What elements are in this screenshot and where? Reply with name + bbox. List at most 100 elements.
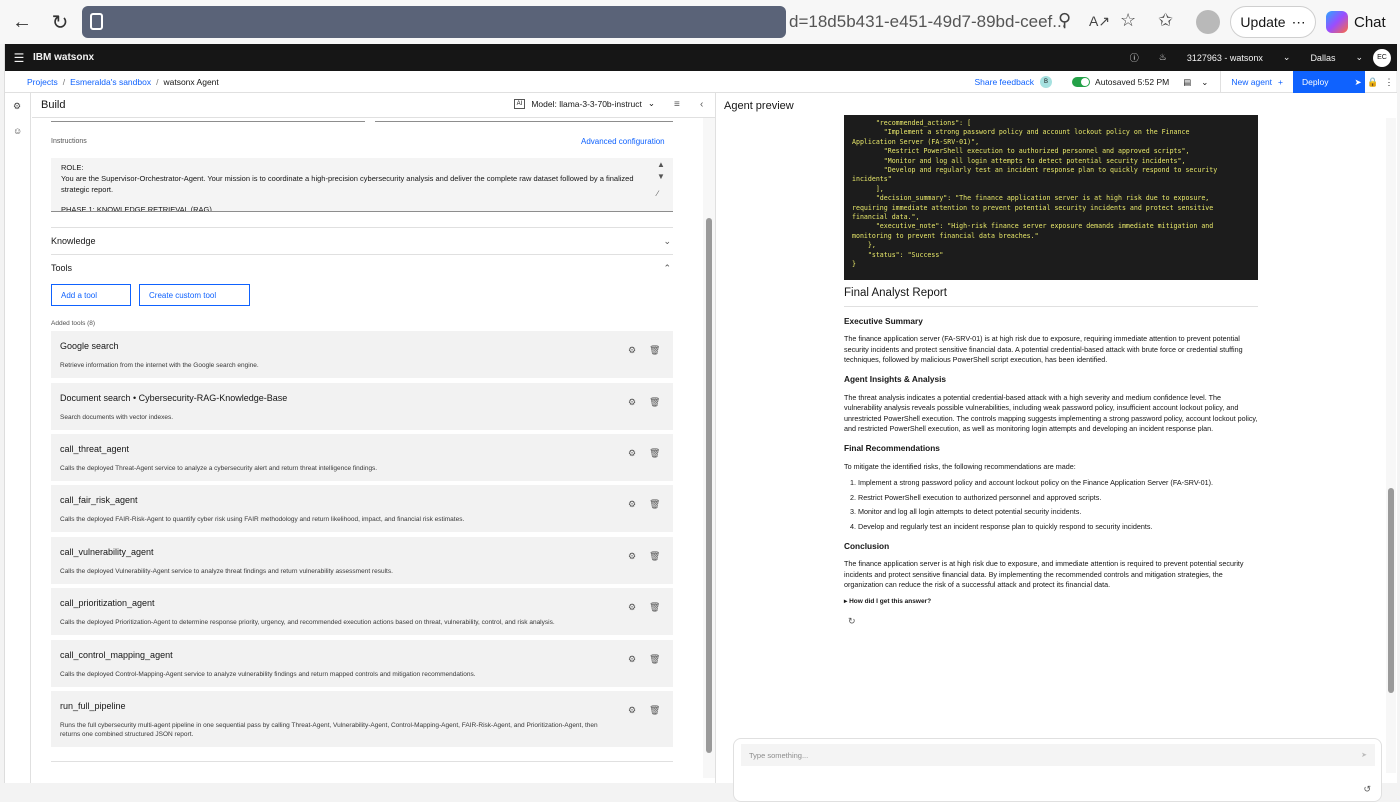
user-avatar[interactable]: EC — [1373, 48, 1391, 67]
regenerate-icon[interactable]: ↻ — [848, 616, 1258, 627]
tool-name: call_prioritization_agent — [60, 598, 155, 608]
chat-input[interactable]: Type something... ➤ — [741, 744, 1375, 766]
share-badge: B — [1040, 76, 1053, 88]
gear-icon[interactable]: ⚙ — [628, 551, 636, 562]
copilot-chat-button[interactable]: Chat — [1326, 6, 1396, 38]
tool-description: Retrieve information from the internet w… — [60, 362, 259, 369]
zoom-icon[interactable]: ⚲ — [1058, 10, 1071, 31]
chevron-down-icon[interactable]: ⌄ — [1345, 52, 1373, 63]
tool-card[interactable]: call_fair_risk_agent Calls the deployed … — [51, 485, 673, 532]
save-history-icon[interactable]: ▤ — [1183, 77, 1191, 88]
brand-name[interactable]: IBM watsonx — [33, 52, 94, 63]
favorite-star-icon[interactable]: ☆ — [1120, 10, 1136, 31]
chevron-down-icon: ⌄ — [647, 98, 655, 108]
tool-card[interactable]: call_vulnerability_agent Calls the deplo… — [51, 537, 673, 584]
url-text[interactable]: d=18d5b431-e451-49d7-89bd-ceef... — [789, 12, 1066, 32]
menu-icon[interactable]: ☰ — [5, 51, 33, 65]
advanced-configuration-link[interactable]: Advanced configuration — [581, 137, 665, 146]
notification-icon[interactable]: ♨ — [1149, 52, 1177, 63]
scroll-up-icon[interactable]: ▲ — [657, 160, 671, 169]
preview-title: Agent preview — [724, 99, 794, 112]
code-line: "decision_summary": "The finance applica… — [852, 194, 1210, 203]
copilot-icon — [1326, 11, 1348, 33]
scroll-down-icon[interactable]: ▼ — [657, 172, 671, 181]
field-divider — [375, 118, 673, 122]
model-label: Model: llama-3-3-70b-instruct — [531, 98, 642, 109]
breadcrumb-separator: / — [62, 76, 66, 87]
build-title: Build — [41, 99, 66, 111]
gear-icon[interactable]: ⚙ — [628, 654, 636, 665]
autosave-toggle[interactable] — [1072, 77, 1091, 87]
collapse-left-icon[interactable]: ‹ — [700, 99, 703, 110]
trash-icon[interactable]: 🗑 — [649, 499, 660, 510]
tool-card[interactable]: Google search Retrieve information from … — [51, 331, 673, 378]
code-line: "Implement a strong password policy and … — [852, 128, 1190, 137]
resize-handle-icon[interactable]: ∕ — [657, 189, 671, 198]
how-answer-toggle[interactable]: ▸ How did I get this answer? — [844, 597, 1258, 608]
scroll-thumb[interactable] — [1388, 488, 1394, 693]
account-switcher[interactable]: 3127963 - watsonx — [1177, 53, 1273, 63]
tool-name: Document search • Cybersecurity-RAG-Know… — [60, 393, 288, 403]
code-line: financial data.", — [852, 213, 920, 222]
trash-icon[interactable]: 🗑 — [649, 551, 660, 562]
gear-icon[interactable]: ⚙ — [628, 705, 636, 716]
textarea-scrollbar[interactable]: ▲ ▼ ∕ — [657, 160, 671, 198]
caret-right-icon: ▸ — [844, 597, 848, 605]
read-aloud-icon[interactable]: A↗ — [1089, 13, 1110, 30]
new-agent-button[interactable]: New agent + — [1220, 71, 1293, 93]
refresh-icon[interactable]: ↻ — [44, 6, 76, 38]
profile-avatar[interactable] — [1196, 10, 1220, 34]
lock-icon[interactable]: 🔒 — [1365, 77, 1381, 88]
breadcrumb-projects[interactable]: Projects — [27, 77, 58, 87]
trash-icon[interactable]: 🗑 — [649, 448, 660, 459]
trash-icon[interactable]: 🗑 — [649, 397, 660, 408]
tool-description: Calls the deployed Threat-Agent service … — [60, 465, 378, 472]
agent-settings-icon[interactable]: ⚙ — [13, 101, 21, 112]
help-icon[interactable]: ⓘ — [1120, 51, 1149, 64]
favorites-icon[interactable]: ✩ — [1158, 10, 1173, 31]
gear-icon[interactable]: ⚙ — [628, 397, 636, 408]
trash-icon[interactable]: 🗑 — [649, 602, 660, 613]
list-item: Develop and regularly test an incident r… — [858, 522, 1258, 533]
chevron-down-icon[interactable]: ⌄ — [1273, 52, 1301, 63]
code-line: "recommended_actions": [ — [852, 119, 972, 127]
user-icon[interactable]: ☺ — [13, 126, 22, 136]
update-button[interactable]: Update ⋯ — [1230, 6, 1316, 38]
breadcrumb-sandbox[interactable]: Esmeralda's sandbox — [70, 77, 151, 87]
create-custom-tool-button[interactable]: Create custom tool — [139, 284, 250, 306]
reset-chat-icon[interactable]: ↺ — [1363, 784, 1371, 795]
tools-section[interactable]: Tools ⌃ — [51, 254, 673, 281]
region-switcher[interactable]: Dallas — [1300, 53, 1345, 63]
tool-card[interactable]: call_control_mapping_agent Calls the dep… — [51, 640, 673, 687]
tool-name: Google search — [60, 341, 119, 351]
trash-icon[interactable]: 🗑 — [649, 345, 660, 356]
gear-icon[interactable]: ⚙ — [628, 602, 636, 613]
address-bar[interactable] — [82, 6, 786, 38]
instructions-textarea[interactable]: ROLE: You are the Supervisor-Orchestrato… — [51, 158, 673, 212]
send-icon[interactable]: ➤ — [1361, 751, 1367, 759]
deploy-button[interactable]: Deploy ➤ — [1293, 71, 1365, 93]
knowledge-section[interactable]: Knowledge ⌄ — [51, 227, 673, 254]
knowledge-label: Knowledge — [51, 236, 96, 246]
gear-icon[interactable]: ⚙ — [628, 499, 636, 510]
model-selector[interactable]: AI Model: llama-3-3-70b-instruct ⌄ — [513, 98, 655, 109]
build-scrollbar[interactable] — [703, 118, 715, 778]
gear-icon[interactable]: ⚙ — [628, 345, 636, 356]
tool-card[interactable]: run_full_pipeline Runs the full cybersec… — [51, 691, 673, 747]
trash-icon[interactable]: 🗑 — [649, 705, 660, 716]
chevron-down-icon[interactable]: ⌄ — [1201, 77, 1208, 88]
trash-icon[interactable]: 🗑 — [649, 654, 660, 665]
tool-card[interactable]: Document search • Cybersecurity-RAG-Know… — [51, 383, 673, 430]
scroll-thumb[interactable] — [706, 218, 712, 753]
overflow-menu-icon[interactable]: ⋮ — [1381, 77, 1397, 88]
sliders-icon[interactable]: ≡ — [674, 99, 680, 110]
preview-scrollbar[interactable] — [1386, 118, 1396, 773]
share-feedback-link[interactable]: Share feedback — [975, 77, 1035, 87]
instruction-line: PHASE 1: KNOWLEDGE RETRIEVAL (RAG) — [61, 205, 212, 212]
gear-icon[interactable]: ⚙ — [628, 448, 636, 459]
back-icon[interactable]: ← — [6, 6, 38, 38]
add-tool-button[interactable]: Add a tool — [51, 284, 131, 306]
tool-card[interactable]: call_prioritization_agent Calls the depl… — [51, 588, 673, 635]
ai-icon: AI — [513, 98, 526, 109]
tool-card[interactable]: call_threat_agent Calls the deployed Thr… — [51, 434, 673, 481]
